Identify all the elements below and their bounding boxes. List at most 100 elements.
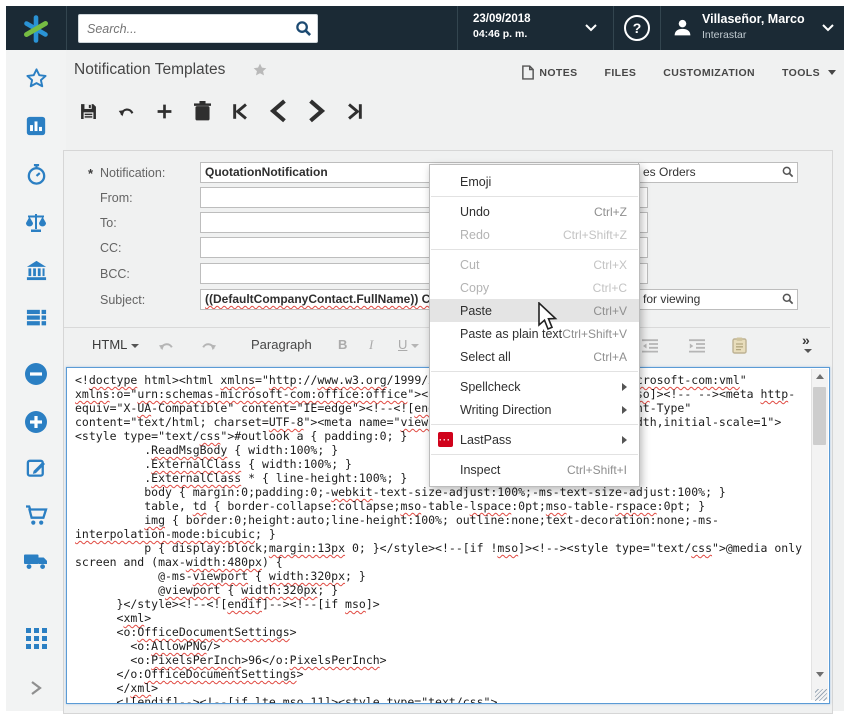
sidebar-item-minus[interactable]	[6, 362, 66, 386]
bold-button[interactable]: B	[338, 337, 347, 352]
cc-label: CC:	[100, 241, 122, 255]
editor-undo-button[interactable]	[158, 339, 175, 354]
sidebar-item-edit[interactable]	[6, 456, 66, 479]
from-label: From:	[100, 191, 133, 205]
menu-item-label: Paste	[460, 304, 593, 318]
sidebar-item-dashboards[interactable]	[6, 115, 66, 137]
menu-item-paste-as-plain-text[interactable]: Paste as plain textCtrl+Shift+V	[430, 322, 639, 345]
scroll-down-button[interactable]	[812, 667, 828, 682]
indent-button[interactable]	[689, 339, 705, 356]
editor-mode-dropdown[interactable]: HTML	[92, 337, 139, 352]
outdent-button[interactable]	[642, 339, 658, 356]
resize-grip[interactable]	[815, 689, 827, 701]
menu-item-label: Copy	[460, 281, 593, 295]
lookup-magnifier-icon[interactable]	[782, 293, 794, 305]
menu-item-label: Paste as plain text	[460, 327, 562, 341]
sidebar-item-favorites[interactable]	[6, 67, 66, 90]
add-button[interactable]	[156, 103, 173, 120]
menu-item-inspect[interactable]: InspectCtrl+Shift+I	[430, 458, 639, 481]
save-button[interactable]	[80, 103, 97, 120]
files-link[interactable]: FILES	[605, 67, 637, 79]
date-time-selector[interactable]: 23/09/2018 04:46 p. m.	[457, 6, 613, 50]
paragraph-style-dropdown[interactable]: Paragraph	[251, 337, 312, 352]
bank-icon	[25, 259, 48, 282]
delete-button[interactable]	[194, 103, 211, 120]
scrollbar-thumb[interactable]	[813, 387, 826, 445]
next-record-button[interactable]	[308, 103, 325, 120]
last-record-button[interactable]	[346, 103, 363, 120]
sidebar-item-data-views[interactable]	[6, 306, 66, 329]
paste-button[interactable]	[732, 337, 747, 357]
sidebar-item-balances[interactable]	[6, 211, 66, 235]
search-box[interactable]	[78, 14, 318, 43]
sidebar-item-cart[interactable]	[6, 503, 66, 527]
current-time: 04:46 p. m.	[473, 28, 527, 40]
screen-lookup-field[interactable]: es Orders	[638, 162, 798, 183]
menu-item-shortcut: Ctrl+X	[593, 258, 627, 272]
cancel-undo-button[interactable]	[118, 103, 135, 120]
edit-icon	[25, 456, 48, 479]
sidebar-item-time[interactable]	[6, 163, 66, 186]
sidebar-item-plus[interactable]	[6, 410, 66, 434]
menu-item-copy[interactable]: CopyCtrl+C	[430, 276, 639, 299]
italic-button[interactable]: I	[369, 337, 373, 353]
plus-circle-icon	[24, 410, 48, 434]
user-company: Interastar	[702, 29, 746, 41]
menu-item-spellcheck[interactable]: Spellcheck	[430, 375, 639, 398]
bcc-label: BCC:	[100, 267, 130, 281]
sidebar-item-apps[interactable]	[6, 628, 66, 649]
triangle-down-icon	[816, 672, 824, 677]
scroll-up-button[interactable]	[812, 369, 828, 384]
help-button[interactable]: ?	[613, 6, 660, 50]
notification-label: Notification:	[100, 166, 165, 180]
menu-separator	[431, 196, 638, 197]
required-marker: *	[88, 166, 93, 181]
submenu-arrow-icon	[622, 406, 627, 414]
menu-item-writing-direction[interactable]: Writing Direction	[430, 398, 639, 421]
menu-item-shortcut: Ctrl+A	[593, 350, 627, 364]
menu-item-paste[interactable]: PasteCtrl+V	[430, 299, 639, 322]
cart-icon	[24, 503, 48, 527]
editor-redo-button[interactable]	[200, 339, 217, 354]
chevron-right-icon	[30, 680, 42, 696]
menu-item-gutter: ···	[430, 432, 460, 447]
chevron-down-icon	[411, 344, 419, 348]
menu-item-label: LastPass	[460, 433, 622, 447]
user-menu[interactable]: Villaseñor, Marco Interastar	[660, 6, 844, 50]
stopwatch-icon	[25, 163, 48, 186]
minus-circle-icon	[24, 362, 48, 386]
help-icon[interactable]: ?	[624, 15, 650, 41]
notification-value: QuotationNotification	[205, 165, 328, 179]
menu-item-emoji[interactable]: Emoji	[430, 170, 639, 193]
editor-scrollbar[interactable]	[811, 369, 828, 700]
tools-label: TOOLS	[782, 67, 820, 79]
menu-item-cut[interactable]: CutCtrl+X	[430, 253, 639, 276]
sidebar-item-banking[interactable]	[6, 259, 66, 282]
menu-item-shortcut: Ctrl+Shift+I	[567, 463, 627, 477]
search-icon[interactable]	[295, 20, 312, 37]
link-format-lookup-field[interactable]: for viewing	[638, 289, 798, 310]
favorite-star-icon[interactable]	[252, 62, 268, 78]
customization-link[interactable]: CUSTOMIZATION	[663, 67, 755, 79]
app-logo-icon[interactable]	[21, 14, 51, 44]
menu-item-lastpass[interactable]: ···LastPass	[430, 428, 639, 451]
data-rows-icon	[25, 306, 48, 329]
tools-menu[interactable]: TOOLS	[782, 67, 836, 79]
lookup-magnifier-icon[interactable]	[782, 166, 794, 178]
underline-button[interactable]: U	[398, 337, 419, 352]
first-record-button[interactable]	[232, 103, 249, 120]
html-mode-label: HTML	[92, 337, 127, 352]
menu-item-select-all[interactable]: Select allCtrl+A	[430, 345, 639, 368]
truck-icon	[23, 551, 49, 571]
search-input[interactable]	[85, 17, 289, 40]
paragraph-label: Paragraph	[251, 337, 312, 352]
sidebar-item-shipments[interactable]	[6, 551, 66, 571]
notes-link[interactable]: NOTES	[522, 65, 577, 80]
user-icon	[672, 17, 693, 38]
more-tools-button[interactable]: »	[802, 332, 812, 353]
menu-item-undo[interactable]: UndoCtrl+Z	[430, 200, 639, 223]
sidebar-expand-button[interactable]	[6, 680, 66, 696]
bar-chart-icon	[25, 115, 47, 137]
previous-record-button[interactable]	[270, 103, 287, 120]
menu-item-redo[interactable]: RedoCtrl+Shift+Z	[430, 223, 639, 246]
